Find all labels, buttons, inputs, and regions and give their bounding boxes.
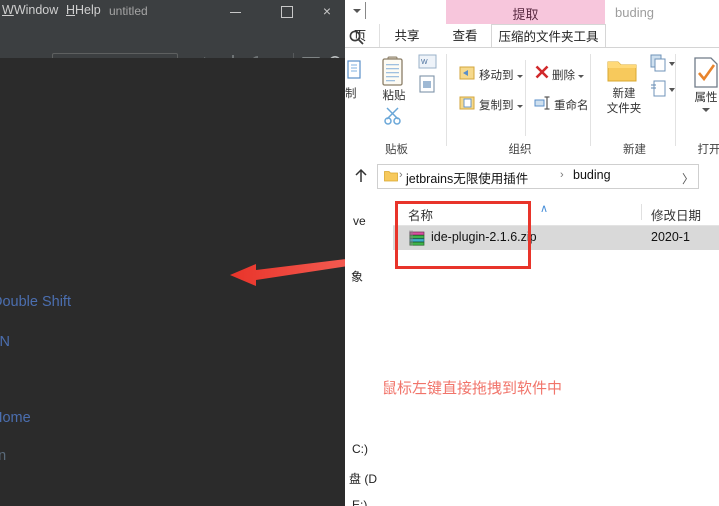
paste-shortcut-icon[interactable]: W	[418, 54, 438, 75]
sort-ascending-icon: ∧	[540, 203, 549, 215]
nav-item-drive-e[interactable]: E:)	[352, 498, 367, 506]
breadcrumb-item-0[interactable]: jetbrains无限使用插件	[406, 168, 528, 187]
ide-document-title: untitled	[109, 4, 148, 18]
tab-share[interactable]: 共享	[383, 24, 431, 48]
ribbon-group-divider	[675, 54, 676, 146]
chevron-down-icon	[516, 105, 523, 108]
breadcrumb[interactable]: › jetbrains无限使用插件 › buding 〉	[377, 164, 699, 189]
ribbon-tab-strip: 页 共享 查看 压缩的文件夹工具	[345, 24, 719, 50]
copy-to-label: 复制到	[479, 100, 514, 112]
nav-item-onedrive[interactable]: ve	[353, 214, 366, 228]
svg-text:W: W	[421, 59, 428, 66]
move-to-label: 移动到	[479, 70, 514, 82]
ide-toolbar: Add Configuration...	[0, 23, 345, 77]
drag-direction-arrow-icon	[230, 259, 345, 286]
ribbon: 制 粘贴 W 贴板 移动到 复制到 删除 重命名 组织 新建 文件夹 新建 属性…	[345, 47, 719, 162]
rename-icon[interactable]	[534, 96, 552, 115]
rename-label: 重命名	[554, 100, 589, 112]
welcome-hint-shortcut-n: +N	[0, 334, 10, 350]
ribbon-group-new: 新建 文件夹 新建	[592, 48, 677, 161]
tab-view[interactable]: 查看	[441, 24, 489, 48]
paste-special-icon[interactable]	[418, 74, 438, 99]
chevron-down-icon	[353, 9, 361, 13]
close-button[interactable]: ×	[304, 0, 345, 23]
menu-item-window[interactable]: WWindow	[2, 3, 58, 17]
paste-label: 粘贴	[382, 90, 406, 102]
chevron-down-icon	[578, 75, 584, 78]
ribbon-group-organize: 移动到 复制到 删除 重命名 组织	[448, 48, 592, 161]
explorer-window-title: buding	[615, 5, 655, 20]
menu-item-help[interactable]: HHelp	[66, 3, 101, 17]
copy-to-icon[interactable]	[459, 95, 475, 116]
intellij-ide-window: WWindow HHelp untitled × Add Configurati…	[0, 0, 345, 506]
rename-button[interactable]: 重命名	[554, 97, 589, 113]
properties-icon[interactable]	[691, 57, 719, 94]
menu-item-window-label: Window	[13, 3, 59, 17]
minimize-button[interactable]	[212, 0, 258, 23]
menu-item-help-label: Help	[75, 3, 101, 17]
copy-icon[interactable]	[345, 60, 363, 87]
welcome-hint-home: Home	[0, 410, 31, 426]
ribbon-group-divider	[590, 54, 591, 146]
nav-item-this-pc[interactable]: 象	[351, 268, 363, 285]
nav-item-drive-c[interactable]: C:)	[352, 442, 368, 456]
new-folder-icon[interactable]	[606, 58, 638, 89]
ribbon-group-label-open: 打开	[697, 144, 719, 156]
properties-label: 属性	[694, 92, 718, 104]
nav-item-drive-d[interactable]: 盘 (D	[349, 470, 377, 487]
drag-instruction-note: 鼠标左键直接拖拽到软件中	[382, 380, 563, 397]
new-item-icon[interactable]	[650, 54, 676, 79]
breadcrumb-separator[interactable]: ›	[399, 169, 403, 181]
ribbon-group-label-organize: 组织	[508, 144, 532, 156]
minimize-icon	[229, 11, 241, 13]
move-to-icon[interactable]	[459, 65, 475, 86]
up-arrow-icon[interactable]	[351, 166, 371, 186]
breadcrumb-chevron-icon[interactable]: 〉	[682, 170, 694, 187]
easy-access-icon[interactable]	[650, 80, 676, 105]
cut-scissors-icon[interactable]	[383, 106, 405, 131]
new-folder-label-line1: 新建	[612, 88, 636, 100]
delete-icon[interactable]	[534, 64, 550, 85]
ribbon-group-open: 属性 打开	[677, 48, 719, 161]
ribbon-group-label-clipboard: 贴板	[385, 144, 408, 156]
breadcrumb-separator[interactable]: ›	[560, 169, 564, 181]
ribbon-group-label-new: 新建	[623, 144, 646, 156]
ribbon-group-divider	[446, 54, 447, 146]
file-date-cell: 2020-1	[651, 230, 690, 244]
address-bar: › jetbrains无限使用插件 › buding 〉	[345, 161, 719, 191]
ribbon-group-clipboard: 制 粘贴 W 贴板	[345, 48, 448, 161]
navigation-pane: ve 象 C:) 盘 (D E:)	[345, 191, 394, 506]
ide-title-bar: WWindow HHelp untitled ×	[0, 0, 345, 23]
chevron-down-icon	[516, 75, 523, 78]
title-bar-divider	[365, 2, 366, 19]
chevron-down-icon[interactable]	[702, 108, 710, 112]
ribbon-subgroup-divider	[525, 60, 526, 136]
column-header-date-modified[interactable]: 修改日期	[651, 205, 701, 224]
breadcrumb-item-1[interactable]: buding	[573, 168, 611, 182]
copy-label: 制	[345, 88, 357, 100]
delete-label: 删除	[552, 70, 575, 82]
delete-button[interactable]: 删除	[552, 67, 584, 83]
close-icon: ×	[322, 3, 332, 19]
folder-icon	[384, 171, 398, 182]
copy-to-button[interactable]: 复制到	[479, 97, 523, 113]
customize-quick-access-icon[interactable]	[345, 0, 375, 24]
column-divider[interactable]	[641, 204, 642, 220]
new-folder-label-line2: 文件夹	[606, 103, 642, 115]
move-to-button[interactable]: 移动到	[479, 67, 523, 83]
welcome-hint-open: en	[0, 448, 7, 464]
highlight-box	[395, 201, 531, 269]
maximize-icon	[281, 6, 293, 19]
file-explorer-window: 提取 buding 页 共享 查看 压缩的文件夹工具 制 粘贴 W 贴板 移动到…	[345, 0, 719, 506]
welcome-hint-double-shift: Double Shift	[0, 294, 71, 310]
